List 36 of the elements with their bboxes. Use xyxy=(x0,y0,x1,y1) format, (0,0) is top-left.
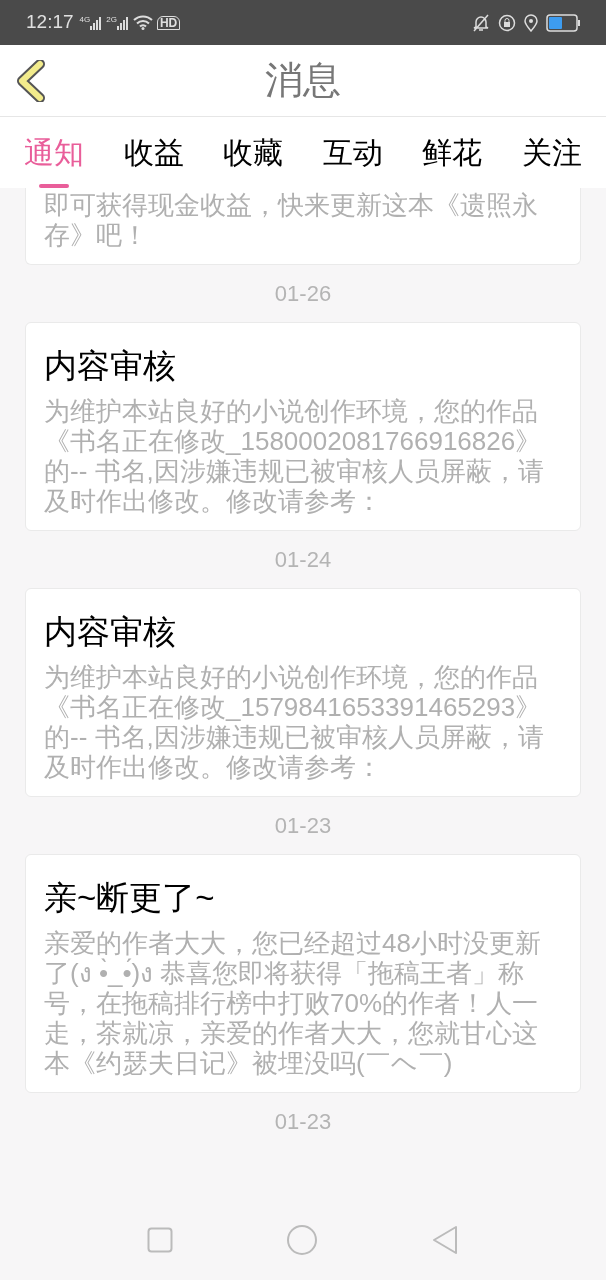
network-label: 2G xyxy=(106,15,117,24)
date-label: 01-23 xyxy=(274,1107,332,1136)
home-button[interactable] xyxy=(286,1224,318,1256)
tab[interactable]: 关注 xyxy=(521,117,582,188)
hd-label: HD xyxy=(156,15,181,30)
message-body: 即可获得现金收益，快来更新这本《遗照永存》吧！ xyxy=(44,189,539,250)
back-button[interactable] xyxy=(16,59,48,103)
location-icon xyxy=(524,13,538,32)
date-label: 01-23 xyxy=(274,811,332,840)
tab[interactable]: 鲜花 xyxy=(422,117,483,188)
message-card[interactable]: 内容审核 为维护本站良好的小说创作环境，您的作品《书名正在修改_1580002081766916826》的-- 书名,因涉嫌违规已被审核人员屏蔽，请及时作出修改。修改请参考： xyxy=(25,322,581,531)
muted-bell-icon xyxy=(472,13,490,32)
message-title: 内容审核 xyxy=(44,611,177,652)
lock-rotation-icon xyxy=(498,13,516,32)
back-nav-button[interactable] xyxy=(431,1225,460,1255)
message-card[interactable]: 内容审核 为维护本站良好的小说创作环境，您的作品《书名正在修改_1579841653391465293》的-- 书名,因涉嫌违规已被审核人员屏蔽，请及时作出修改。修改请参考： xyxy=(25,587,581,797)
message-body: 为维护本站良好的小说创作环境，您的作品《书名正在修改_1579841653391465293》的-- 书名,因涉嫌违规已被审核人员屏蔽，请及时作出修改。修改请参考： xyxy=(44,661,545,782)
tab[interactable]: 收藏 xyxy=(223,117,284,188)
message-body: 亲爱的作者大大，您已经超过48小时没更新了(ง •̀_•́)ง 恭喜您即将获得「拖稿王者」称号，在拖稿排行榜中打败70%的作者！人一走，茶就凉，亲爱的作者大大，您就甘心这本《约瑟夫日记》被埋没吗(￣ヘ￣) xyxy=(44,927,542,1078)
status-time: 12:17 xyxy=(26,10,74,35)
message-body: 为维护本站良好的小说创作环境，您的作品《书名正在修改_1580002081766916826》的-- 书名,因涉嫌违规已被审核人员屏蔽，请及时作出修改。修改请参考： xyxy=(44,395,545,516)
tab[interactable]: 互动 xyxy=(322,117,383,188)
tab[interactable]: 收益 xyxy=(123,117,184,188)
tab-indicator xyxy=(39,184,69,188)
page-title: 消息 xyxy=(265,58,341,103)
message-title: 亲~断更了~ xyxy=(44,877,216,918)
signal-icon xyxy=(116,15,129,30)
signal-icon xyxy=(90,15,103,30)
message-title: 内容审核 xyxy=(44,346,177,386)
date-label: 01-26 xyxy=(274,280,332,308)
network-label: 4G xyxy=(79,15,91,24)
recent-apps-button[interactable] xyxy=(146,1227,173,1253)
date-label: 01-24 xyxy=(274,545,332,574)
message-card[interactable]: 亲~断更了~ 亲爱的作者大大，您已经超过48小时没更新了(ง •̀_•́)ง 恭喜您即将获得「拖稿王者」称号，在拖稿排行榜中打败70%的作者！人一走，茶就凉，亲爱的作者大大，您就甘心这本《约瑟夫日记》被埋没吗(￣ヘ￣) xyxy=(25,853,581,1093)
wifi-icon xyxy=(132,15,153,30)
battery-icon xyxy=(546,13,580,32)
